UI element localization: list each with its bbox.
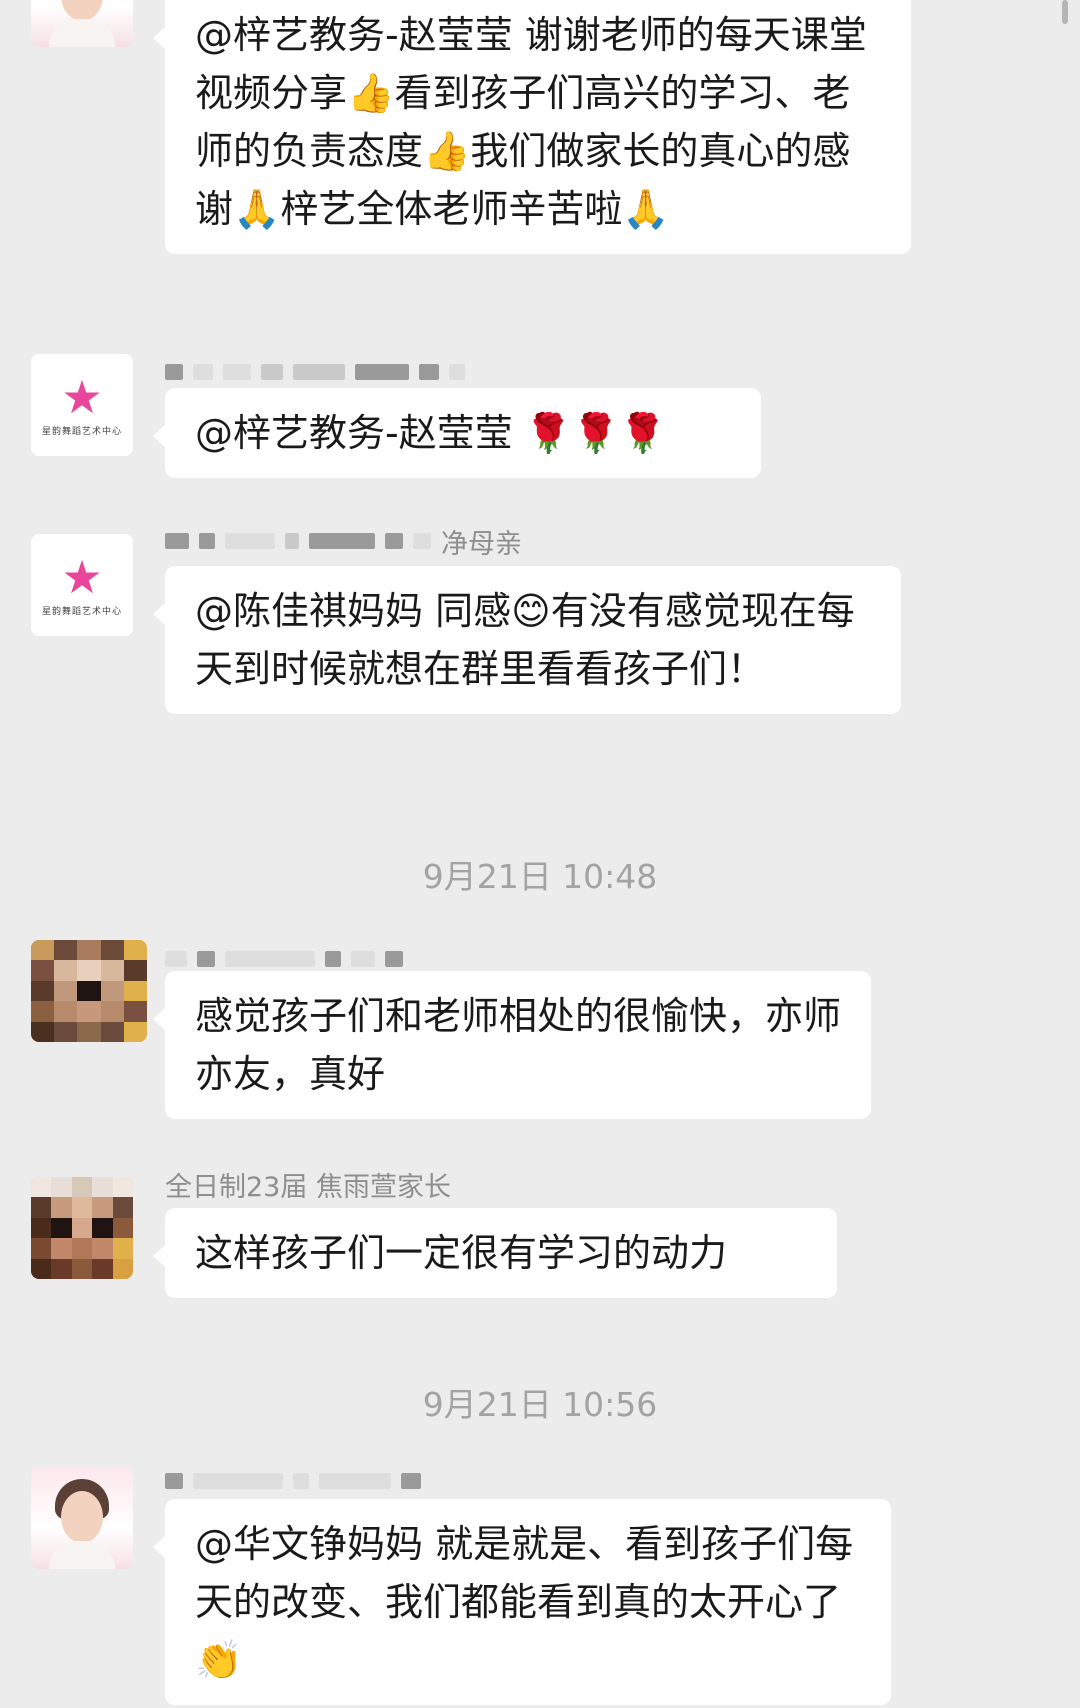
- logo-text: 星韵舞蹈艺术中心: [41, 426, 122, 437]
- chat-history[interactable]: @梓艺教务-赵莹莹 谢谢老师的每天课堂视频分享👍看到孩子们高兴的学习、老师的负责…: [0, 0, 1080, 1708]
- avatar[interactable]: [31, 1177, 133, 1279]
- message-bubble[interactable]: @梓艺教务-赵莹莹 🌹🌹🌹: [153, 388, 761, 478]
- message-bubble[interactable]: @陈佳祺妈妈 同感😊有没有感觉现在每天到时候就想在群里看看孩子们！: [153, 566, 901, 714]
- avatar[interactable]: [31, 0, 133, 47]
- avatar[interactable]: [31, 1467, 133, 1569]
- star-logo-icon: ★: [61, 549, 103, 604]
- avatar[interactable]: [31, 940, 147, 1042]
- avatar-body: [49, 19, 115, 47]
- message-bubble[interactable]: 感觉孩子们和老师相处的很愉快，亦师亦友，真好: [153, 971, 871, 1119]
- avatar-face: [61, 0, 103, 21]
- blurred-sender-name: [165, 1467, 421, 1495]
- sender-name: 全日制23届 焦雨萱家长: [165, 1172, 451, 1203]
- avatar[interactable]: ★ 星韵舞蹈艺术中心: [31, 354, 133, 456]
- sender-name: 净母亲: [165, 527, 522, 560]
- sender-name-tail: 净母亲: [441, 528, 522, 560]
- timestamp: 9月21日 10:56: [422, 1385, 658, 1424]
- scrollbar[interactable]: [1062, 0, 1068, 24]
- avatar-body: [49, 1541, 115, 1569]
- message-bubble[interactable]: @梓艺教务-赵莹莹 谢谢老师的每天课堂视频分享👍看到孩子们高兴的学习、老师的负责…: [153, 0, 911, 254]
- blurred-sender-name: [165, 358, 465, 386]
- star-logo-icon: ★: [61, 369, 103, 424]
- timestamp: 9月21日 10:48: [422, 857, 658, 896]
- logo-text: 星韵舞蹈艺术中心: [41, 606, 122, 617]
- avatar-face: [61, 1491, 103, 1543]
- avatar[interactable]: ★ 星韵舞蹈艺术中心: [31, 534, 133, 636]
- blurred-sender-name: [165, 945, 403, 973]
- message-bubble[interactable]: 这样孩子们一定很有学习的动力: [153, 1208, 837, 1298]
- message-bubble[interactable]: @华文铮妈妈 就是就是、看到孩子们每天的改变、我们都能看到真的太开心了👏: [153, 1499, 891, 1705]
